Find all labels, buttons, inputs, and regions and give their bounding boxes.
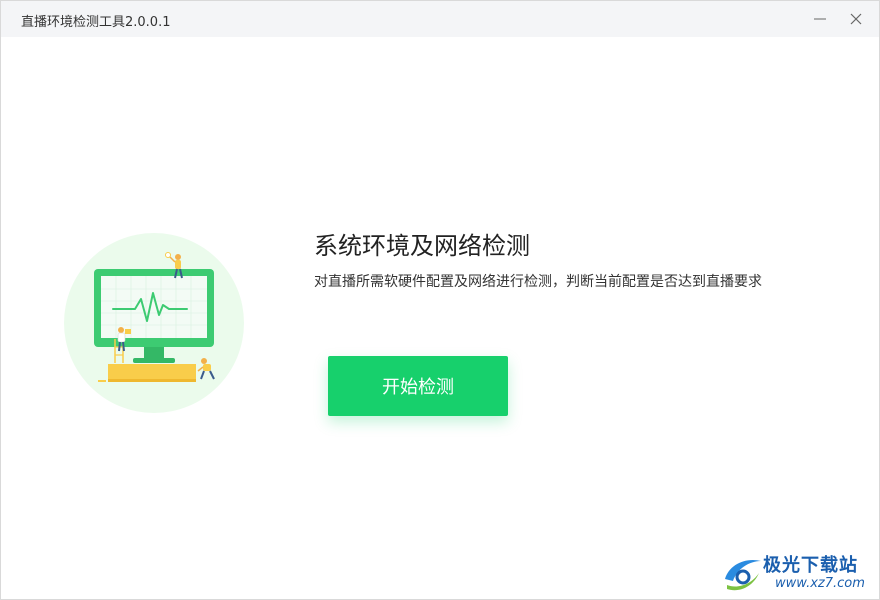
start-detection-button[interactable]: 开始检测 [328, 356, 508, 416]
close-button[interactable] [843, 7, 869, 31]
watermark: 极光下载站 www.xz7.com [719, 549, 879, 597]
minimize-button[interactable] [807, 7, 833, 31]
monitor-illustration [64, 233, 244, 413]
title-bar[interactable]: 直播环境检测工具2.0.0.1 [1, 1, 879, 37]
page-description: 对直播所需软硬件配置及网络进行检测，判断当前配置是否达到直播要求 [314, 274, 762, 290]
monitor-base [133, 358, 175, 363]
watermark-logo-icon [725, 559, 761, 591]
window-title: 直播环境检测工具2.0.0.1 [21, 15, 171, 30]
minimize-icon [814, 18, 826, 20]
floor-mark [98, 380, 106, 382]
page-title: 系统环境及网络检测 [314, 232, 530, 260]
close-icon [850, 13, 862, 25]
app-window: 直播环境检测工具2.0.0.1 系统环境及网络检测 对直播所需软硬件配置及网络进… [0, 0, 880, 600]
monitor-neck [144, 347, 164, 359]
desk-shadow [108, 379, 196, 382]
start-detection-button-label: 开始检测 [382, 377, 454, 398]
watermark-url: www.xz7.com [775, 576, 865, 591]
watermark-name: 极光下载站 [763, 555, 858, 576]
